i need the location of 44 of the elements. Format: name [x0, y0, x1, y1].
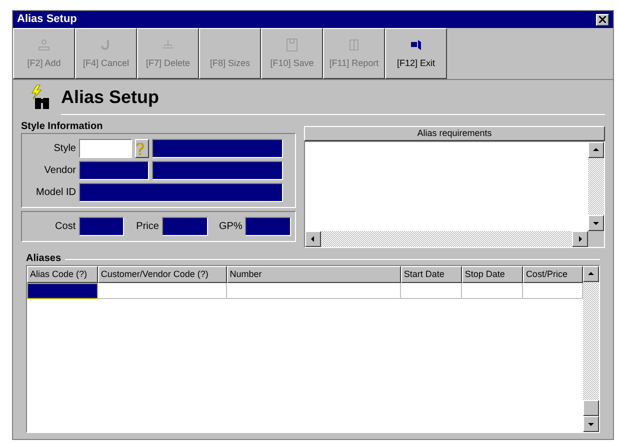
close-button[interactable]	[596, 14, 609, 26]
gp-field[interactable]	[245, 217, 291, 236]
table-cell[interactable]	[98, 283, 227, 299]
group-title: Style Information	[21, 121, 104, 133]
price-field[interactable]	[162, 217, 208, 236]
style-field[interactable]	[79, 139, 132, 158]
lookup-button[interactable]	[135, 139, 149, 158]
save-icon	[284, 36, 300, 53]
scroll-left-button[interactable]	[305, 231, 321, 247]
table-cell[interactable]	[522, 283, 583, 299]
window-title: Alias Setup	[17, 12, 77, 28]
column-header[interactable]: Start Date	[400, 266, 462, 283]
cost-field[interactable]	[78, 217, 124, 236]
table-cell[interactable]	[400, 283, 462, 299]
style-description-field[interactable]	[152, 139, 283, 158]
scroll-up-button[interactable]	[583, 266, 599, 282]
vendor-name-field[interactable]	[152, 161, 283, 180]
field-label: Price	[135, 220, 159, 234]
scroll-up-button[interactable]	[588, 142, 604, 158]
field-label: Cost	[54, 220, 76, 234]
scroll-corner	[588, 231, 604, 247]
table-cell[interactable]	[27, 283, 98, 299]
field-label: GP%	[218, 220, 242, 234]
table-cell[interactable]	[226, 283, 401, 299]
field-label: Style	[52, 142, 76, 156]
vendor-field[interactable]	[79, 161, 149, 180]
field-label: Model ID	[34, 186, 76, 200]
field-label: Vendor	[43, 164, 76, 178]
page-heading: Alias Setup	[61, 86, 160, 109]
requirements-title: Alias requirements	[417, 126, 492, 140]
column-header[interactable]: Number	[226, 266, 401, 283]
scroll-down-button[interactable]	[583, 416, 599, 432]
scroll-thumb[interactable]	[583, 400, 599, 416]
question-icon	[136, 142, 144, 154]
model-id-field[interactable]	[79, 183, 283, 202]
column-header[interactable]: Customer/Vendor Code (?)	[98, 266, 227, 283]
scroll-down-button[interactable]	[588, 215, 604, 231]
column-header[interactable]: Alias Code (?)	[27, 266, 98, 283]
table-cell[interactable]	[462, 283, 523, 299]
toolbar-button[interactable]: [F12] Exit	[385, 28, 447, 79]
group-title: Aliases	[26, 253, 62, 265]
column-header[interactable]: Cost/Price	[522, 266, 583, 283]
column-header[interactable]: Stop Date	[462, 266, 523, 283]
scroll-right-button[interactable]	[572, 231, 588, 247]
